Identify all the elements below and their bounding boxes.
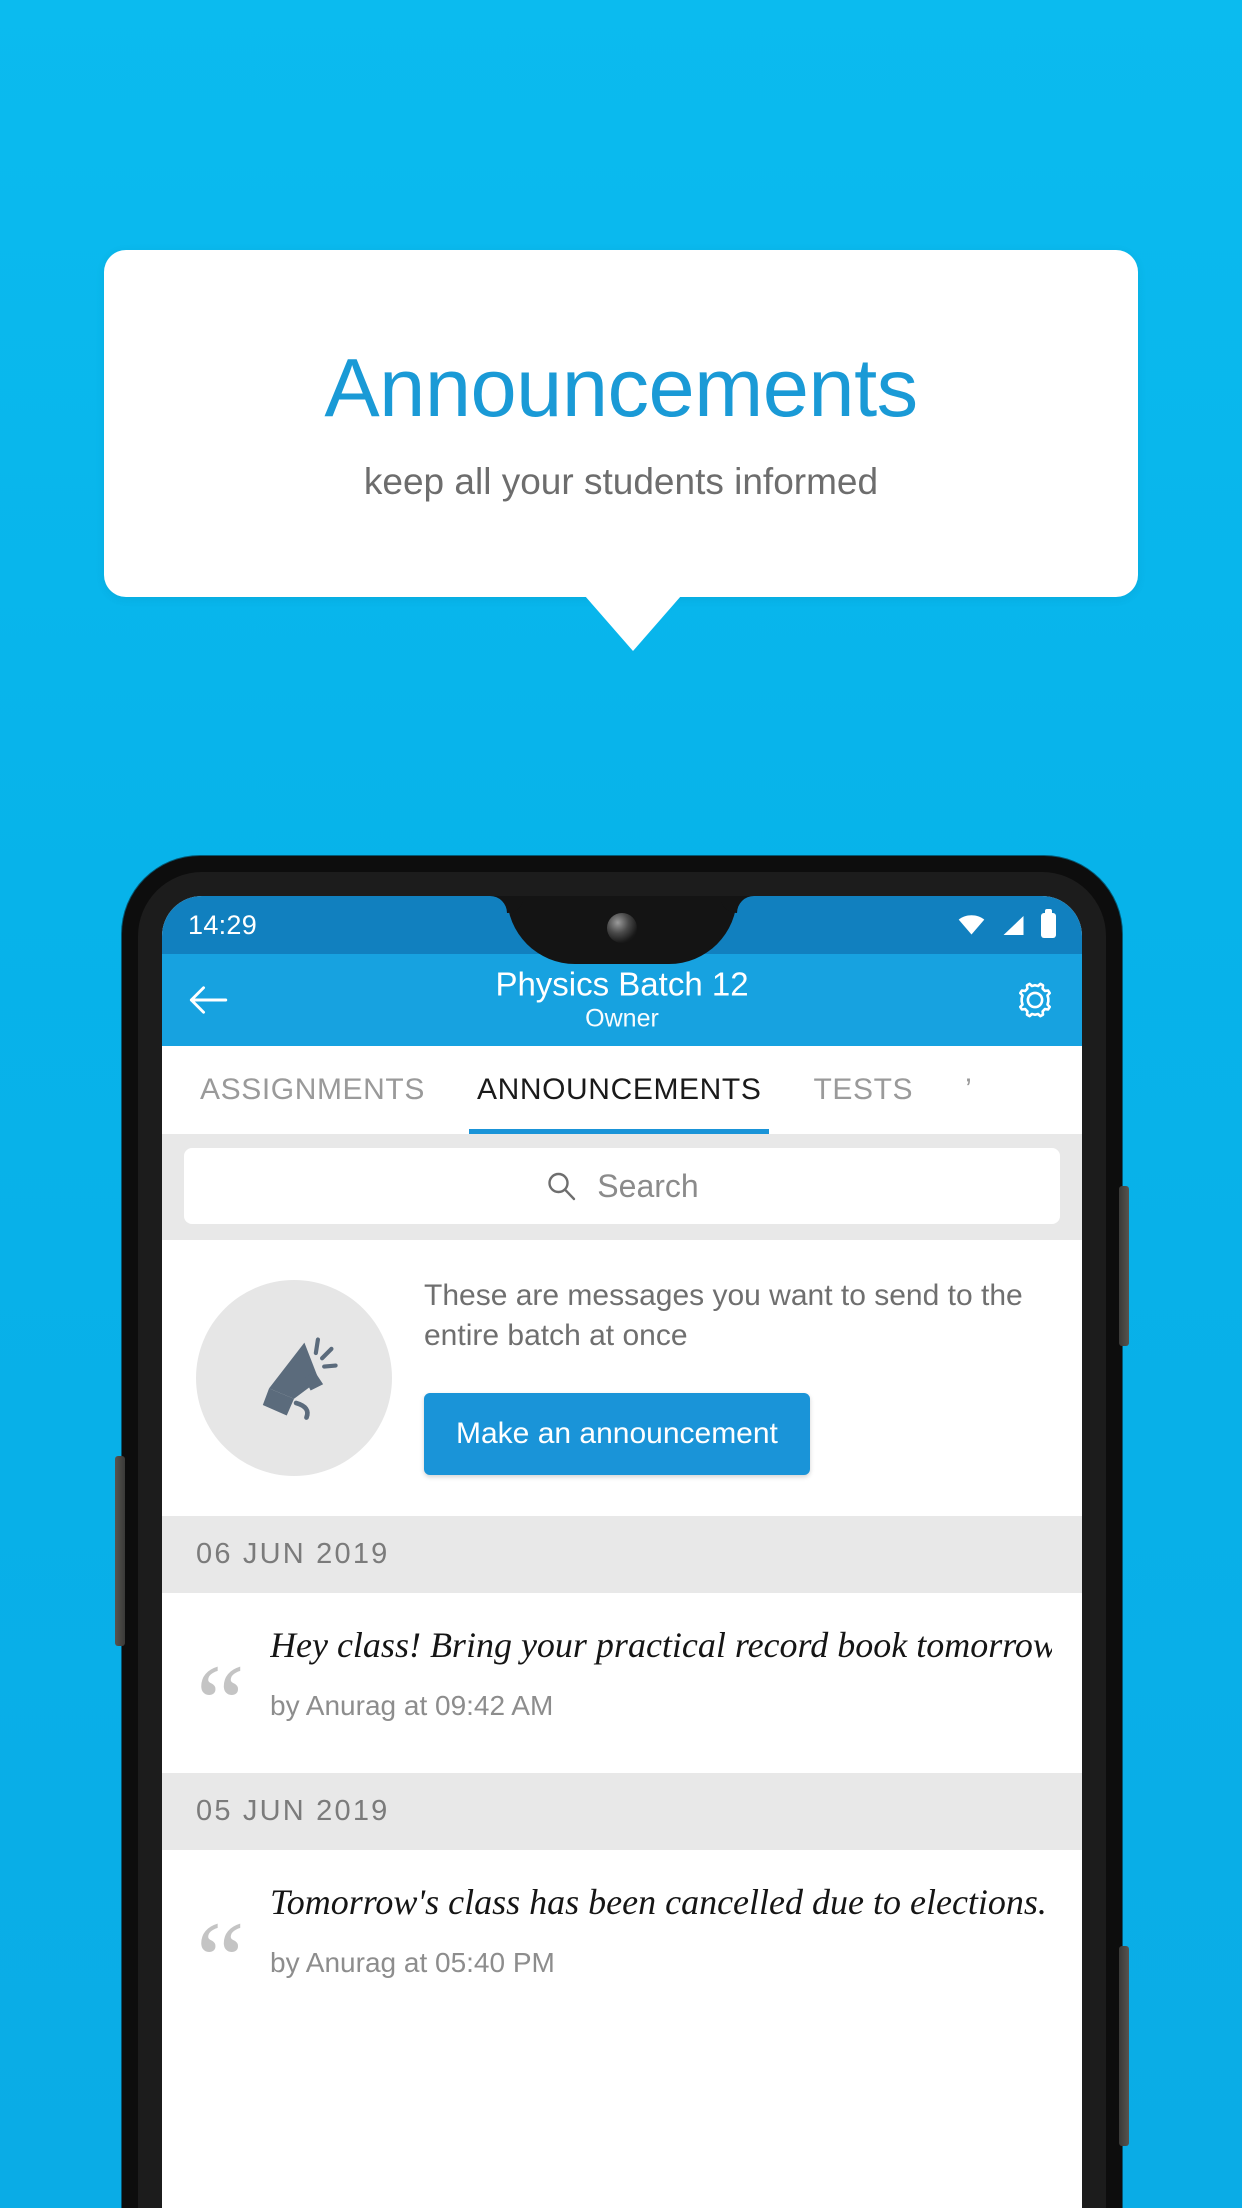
tab-announcements[interactable]: ANNOUNCEMENTS	[468, 1046, 770, 1134]
tab-overflow[interactable]: ’	[965, 1046, 972, 1134]
empty-state-description: These are messages you want to send to t…	[424, 1279, 1023, 1352]
status-bar: 14:29	[162, 896, 1082, 964]
announcement-row[interactable]: “ Tomorrow's class has been cancelled du…	[162, 1850, 1082, 2030]
announcement-text: Tomorrow's class has been cancelled due …	[270, 1882, 1047, 1922]
status-time: 14:29	[188, 909, 258, 940]
search-input[interactable]: Search	[184, 1148, 1060, 1224]
tab-assignments[interactable]: ASSIGNMENTS	[200, 1046, 425, 1134]
announcement-body: Tomorrow's class has been cancelled due …	[270, 1880, 1052, 1979]
announcement-row[interactable]: “ Hey class! Bring your practical record…	[162, 1593, 1082, 1773]
left-side-button[interactable]	[115, 1456, 125, 1646]
announcement-byline: by Anurag at 05:40 PM	[270, 1947, 555, 1978]
app-bar: Physics Batch 12 Owner	[162, 954, 1082, 1046]
promo-bubble-tail	[585, 596, 681, 651]
search-placeholder: Search	[597, 1167, 699, 1204]
tab-tests[interactable]: TESTS	[813, 1046, 913, 1134]
front-camera	[607, 913, 637, 943]
announcement-text: Hey class! Bring your practical record b…	[270, 1625, 1052, 1665]
announcement-empty-state: These are messages you want to send to t…	[162, 1240, 1082, 1516]
phone-device: 14:29 Physics Batch 12 Owner ASSIGNMENTS…	[115, 856, 1129, 2208]
page-subtitle: Owner	[585, 1004, 659, 1033]
gear-icon[interactable]	[1014, 979, 1056, 1021]
tab-bar: ASSIGNMENTS ANNOUNCEMENTS TESTS ’	[162, 1046, 1082, 1134]
quote-icon: “	[196, 1642, 245, 1764]
empty-state-content: These are messages you want to send to t…	[424, 1276, 1048, 1476]
make-announcement-button[interactable]: Make an announcement	[424, 1393, 810, 1476]
promo-bubble: Announcements keep all your students inf…	[104, 250, 1138, 597]
volume-button[interactable]	[1119, 1186, 1129, 1346]
back-arrow-icon[interactable]	[188, 984, 228, 1016]
megaphone-circle	[196, 1280, 392, 1476]
battery-icon	[1041, 908, 1056, 938]
signal-icon	[1003, 915, 1024, 935]
promo-screenshot: Announcements keep all your students inf…	[0, 0, 1242, 2208]
quote-icon: “	[196, 1899, 245, 2021]
page-title: Physics Batch 12	[495, 965, 749, 1003]
search-icon	[548, 1172, 576, 1201]
power-button[interactable]	[1119, 1946, 1129, 2146]
megaphone-icon	[262, 1337, 338, 1420]
phone-viewport: 14:29 Physics Batch 12 Owner ASSIGNMENTS…	[162, 896, 1082, 2208]
date-header: 06 JUN 2019	[162, 1516, 1082, 1593]
announcement-byline: by Anurag at 09:42 AM	[270, 1690, 554, 1721]
status-icon-group	[958, 908, 1056, 938]
announcement-body: Hey class! Bring your practical record b…	[270, 1623, 1052, 1722]
search-bar-container: Search	[162, 1134, 1082, 1240]
promo-title: Announcements	[324, 340, 918, 434]
date-header: 05 JUN 2019	[162, 1773, 1082, 1850]
app-bar-titles: Physics Batch 12 Owner	[162, 965, 1082, 1034]
promo-subtitle: keep all your students informed	[363, 461, 879, 503]
wifi-icon	[958, 915, 985, 935]
